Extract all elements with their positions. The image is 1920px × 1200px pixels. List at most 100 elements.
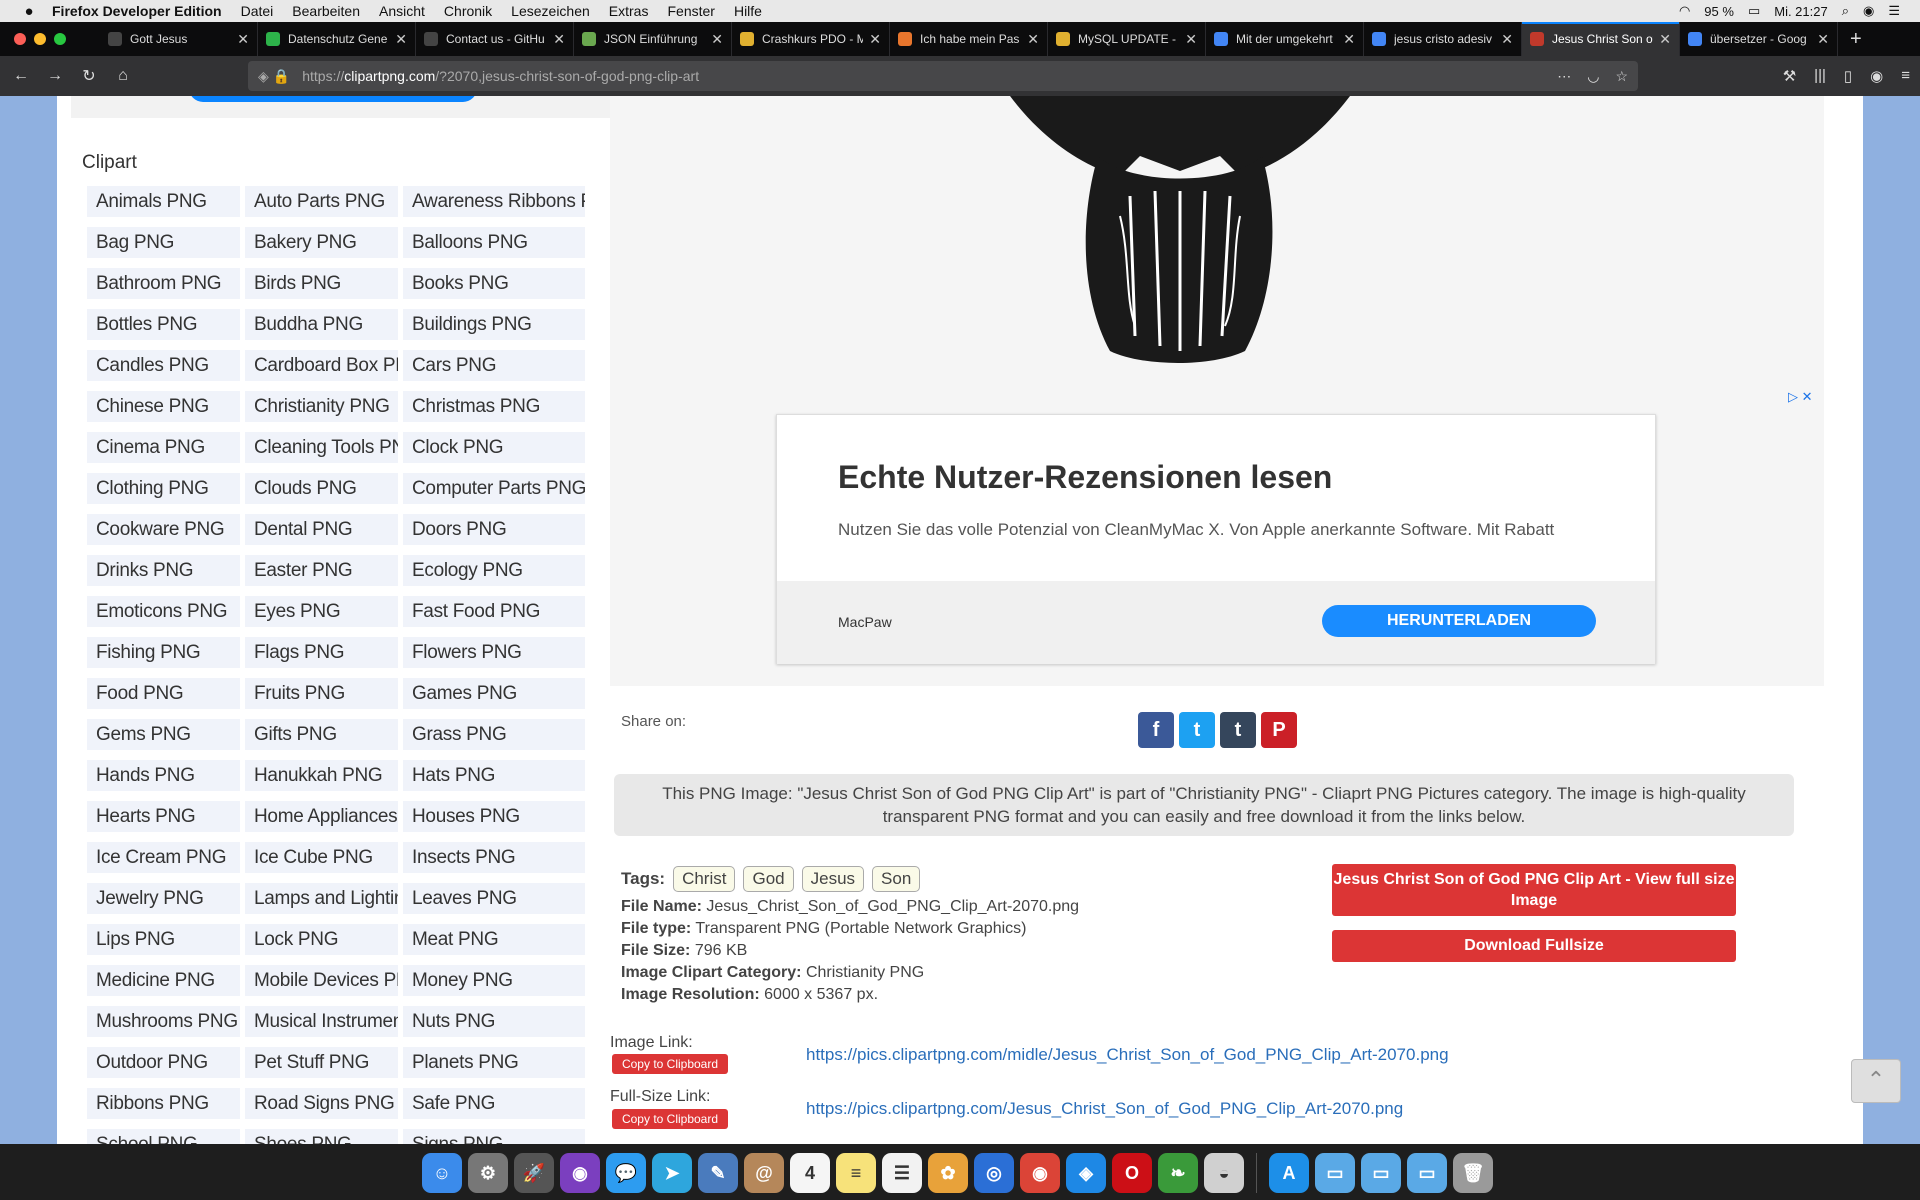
folder-icon[interactable]: ▭ [1315, 1153, 1355, 1193]
opera-icon[interactable]: O [1112, 1153, 1152, 1193]
leaf-app-icon[interactable]: ❧ [1158, 1153, 1198, 1193]
browser-tab[interactable]: Contact us - GitHu ✕ [416, 22, 574, 56]
browser-tab[interactable]: übersetzer - Goog ✕ [1680, 22, 1838, 56]
trash-icon[interactable]: 🗑 [1453, 1153, 1493, 1193]
sidebar-top-button[interactable] [189, 96, 477, 102]
category-link[interactable]: Bathroom PNG [87, 268, 240, 299]
category-link[interactable]: Road Signs PNG [245, 1088, 398, 1119]
close-tab-icon[interactable]: ✕ [1185, 31, 1197, 48]
category-link[interactable]: Outdoor PNG [87, 1047, 240, 1078]
notification-center-icon[interactable]: ☰ [1888, 3, 1900, 19]
category-link[interactable]: Mobile Devices PNG [245, 965, 398, 996]
menu-ansicht[interactable]: Ansicht [379, 3, 425, 19]
browser-tab[interactable]: Mit der umgekehrt ✕ [1206, 22, 1364, 56]
hamburger-menu-icon[interactable]: ≡ [1901, 67, 1910, 85]
category-link[interactable]: Lips PNG [87, 924, 240, 955]
menu-lesezeichen[interactable]: Lesezeichen [511, 3, 590, 19]
menu-fenster[interactable]: Fenster [667, 3, 714, 19]
battery-percent[interactable]: 95 % [1704, 4, 1734, 19]
category-link[interactable]: Eyes PNG [245, 596, 398, 627]
category-link[interactable]: Computer Parts PNG [403, 473, 585, 504]
category-link[interactable]: Books PNG [403, 268, 585, 299]
category-link[interactable]: Nuts PNG [403, 1006, 585, 1037]
menu-datei[interactable]: Datei [241, 3, 274, 19]
category-link[interactable]: Dental PNG [245, 514, 398, 545]
category-link[interactable]: Fast Food PNG [403, 596, 585, 627]
category-link[interactable]: School PNG [87, 1129, 240, 1144]
category-link[interactable]: Buildings PNG [403, 309, 585, 340]
web-page[interactable]: Clipart Animals PNG Auto Parts PNG Awarene… [0, 96, 1920, 1144]
safari-icon[interactable]: ◈ [1066, 1153, 1106, 1193]
account-icon[interactable]: ◉ [1870, 67, 1883, 85]
category-link[interactable]: Jewelry PNG [87, 883, 240, 914]
menu-hilfe[interactable]: Hilfe [734, 3, 762, 19]
image-link-url[interactable]: https://pics.clipartpng.com/midle/Jesus_… [806, 1045, 1449, 1065]
category-link[interactable]: Hanukkah PNG [245, 760, 398, 791]
category-link[interactable]: Bottles PNG [87, 309, 240, 340]
category-link[interactable]: Signs PNG [403, 1129, 585, 1144]
category-link[interactable]: Musical Instruments PNG [245, 1006, 398, 1037]
close-window-icon[interactable] [14, 33, 26, 45]
copy-fullsize-link-button[interactable]: Copy to Clipboard [612, 1109, 728, 1129]
url-bar[interactable]: ◈ 🔒 https://clipartpng.com/?2070,jesus-c… [248, 61, 1638, 91]
category-link[interactable]: Grass PNG [403, 719, 585, 750]
launchpad-icon[interactable]: 🚀 [514, 1153, 554, 1193]
pocket-icon[interactable]: ◡ [1587, 68, 1599, 85]
facebook-icon[interactable]: f [1138, 712, 1174, 748]
minimize-window-icon[interactable] [34, 33, 46, 45]
category-link[interactable]: Lock PNG [245, 924, 398, 955]
category-link[interactable]: Clouds PNG [245, 473, 398, 504]
category-link[interactable]: Awareness Ribbons PNG [403, 186, 585, 217]
back-button[interactable]: ← [4, 67, 38, 85]
browser-tab[interactable]: MySQL UPDATE - ✕ [1048, 22, 1206, 56]
category-link[interactable]: Emoticons PNG [87, 596, 240, 627]
category-link[interactable]: Houses PNG [403, 801, 585, 832]
battery-icon[interactable]: ▭ [1748, 3, 1760, 19]
apple-menu-icon[interactable]: ● [20, 3, 38, 20]
fullsize-link-url[interactable]: https://pics.clipartpng.com/Jesus_Christ… [806, 1099, 1403, 1119]
category-link[interactable]: Flowers PNG [403, 637, 585, 668]
category-link[interactable]: Leaves PNG [403, 883, 585, 914]
notes-icon[interactable]: ≡ [836, 1153, 876, 1193]
browser-tab[interactable]: Crashkurs PDO - M ✕ [732, 22, 890, 56]
wifi-icon[interactable]: ◠ [1679, 3, 1690, 19]
category-link[interactable]: Ecology PNG [403, 555, 585, 586]
browser-tab[interactable]: Jesus Christ Son of ✕ [1522, 22, 1680, 56]
category-link[interactable]: Fruits PNG [245, 678, 398, 709]
menu-bearbeiten[interactable]: Bearbeiten [292, 3, 360, 19]
chrome-icon[interactable]: ◉ [1020, 1153, 1060, 1193]
category-link[interactable]: Birds PNG [245, 268, 398, 299]
category-link[interactable]: Planets PNG [403, 1047, 585, 1078]
close-tab-icon[interactable]: ✕ [395, 31, 407, 48]
sidebar-toggle-icon[interactable]: ▯ [1844, 67, 1852, 85]
user-avatar-icon[interactable]: ◉ [1863, 3, 1874, 19]
category-link[interactable]: Safe PNG [403, 1088, 585, 1119]
twitter-icon[interactable]: t [1179, 712, 1215, 748]
category-link[interactable]: Candles PNG [87, 350, 240, 381]
category-link[interactable]: Games PNG [403, 678, 585, 709]
category-link[interactable]: Christmas PNG [403, 391, 585, 422]
category-link[interactable]: Animals PNG [87, 186, 240, 217]
category-link[interactable]: Cookware PNG [87, 514, 240, 545]
category-link[interactable]: Christianity PNG [245, 391, 398, 422]
category-link[interactable]: Insects PNG [403, 842, 585, 873]
category-link[interactable]: Buddha PNG [245, 309, 398, 340]
category-link[interactable]: Meat PNG [403, 924, 585, 955]
spotlight-icon[interactable]: ⌕ [1842, 3, 1849, 19]
ad-download-button[interactable]: HERUNTERLADEN [1322, 605, 1596, 637]
close-tab-icon[interactable]: ✕ [1817, 31, 1829, 48]
category-link[interactable]: Hearts PNG [87, 801, 240, 832]
menu-app-name[interactable]: Firefox Developer Edition [52, 3, 222, 19]
category-link[interactable]: Ice Cube PNG [245, 842, 398, 873]
category-link[interactable]: Mushrooms PNG [87, 1006, 240, 1037]
dev-tools-icon[interactable]: ⚒ [1783, 67, 1796, 85]
lock-icon[interactable]: 🔒 [273, 68, 290, 85]
system-preferences-icon[interactable]: ⚙ [468, 1153, 508, 1193]
tracking-protection-icon[interactable]: ◈ [258, 68, 269, 85]
close-tab-icon[interactable]: ✕ [237, 31, 249, 48]
category-link[interactable]: Clock PNG [403, 432, 585, 463]
download-fullsize-button[interactable]: Download Fullsize [1332, 930, 1736, 962]
browser-tab[interactable]: JSON Einführung ✕ [574, 22, 732, 56]
category-link[interactable]: Cinema PNG [87, 432, 240, 463]
category-link[interactable]: Pet Stuff PNG [245, 1047, 398, 1078]
